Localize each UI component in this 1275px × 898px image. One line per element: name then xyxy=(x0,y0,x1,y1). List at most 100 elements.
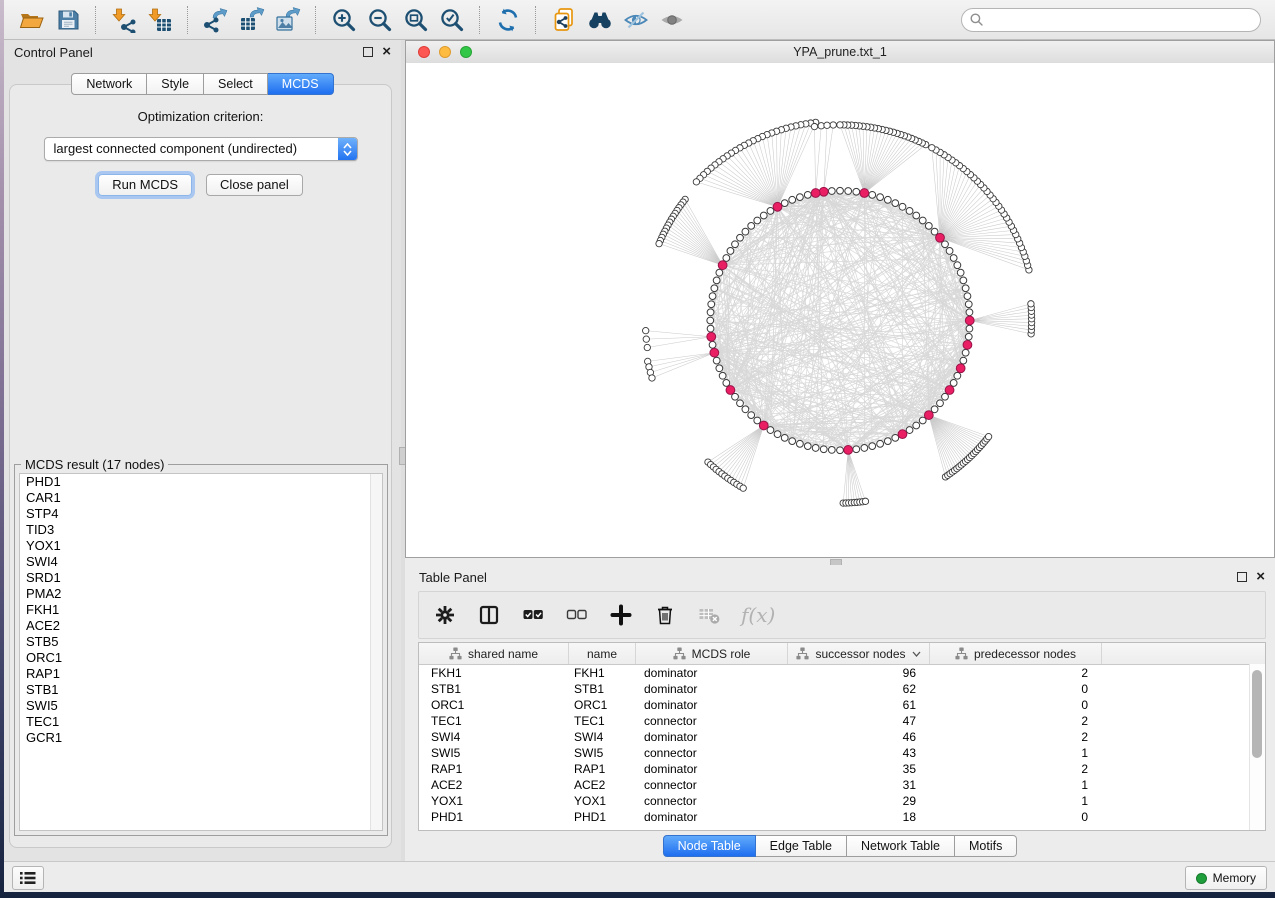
cell-successor-nodes[interactable]: 43 xyxy=(788,745,930,761)
mcds-result-item[interactable]: STB5 xyxy=(20,634,382,650)
cell-shared-name[interactable]: TEC1 xyxy=(419,713,569,729)
cell-mcds-role[interactable]: connector xyxy=(636,713,788,729)
cell-mcds-role[interactable]: dominator xyxy=(636,681,788,697)
table-row[interactable]: YOX1YOX1connector291 xyxy=(419,793,1265,809)
cell-predecessor-nodes[interactable]: 0 xyxy=(930,697,1102,713)
tab-edge-table[interactable]: Edge Table xyxy=(756,835,847,857)
cell-predecessor-nodes[interactable]: 1 xyxy=(930,793,1102,809)
table-row[interactable]: SWI5SWI5connector431 xyxy=(419,745,1265,761)
delete-column-button[interactable] xyxy=(653,603,677,627)
cell-mcds-role[interactable]: connector xyxy=(636,777,788,793)
zoom-in-button[interactable] xyxy=(329,5,359,35)
network-graph[interactable] xyxy=(406,63,1274,557)
cell-predecessor-nodes[interactable]: 1 xyxy=(930,745,1102,761)
table-row[interactable]: PHD1PHD1dominator180 xyxy=(419,809,1265,825)
mcds-result-item[interactable]: YOX1 xyxy=(20,538,382,554)
cell-name[interactable]: SWI4 xyxy=(569,729,636,745)
column-header-name[interactable]: name xyxy=(569,643,636,664)
cell-shared-name[interactable]: YOX1 xyxy=(419,793,569,809)
column-header-predecessor-nodes[interactable]: predecessor nodes xyxy=(930,643,1102,664)
column-header-successor-nodes[interactable]: successor nodes xyxy=(788,643,930,664)
window-minimize-icon[interactable] xyxy=(439,46,451,58)
cell-predecessor-nodes[interactable]: 0 xyxy=(930,809,1102,825)
cell-shared-name[interactable]: PHD1 xyxy=(419,809,569,825)
table-row[interactable]: STB1STB1dominator620 xyxy=(419,681,1265,697)
tab-network-table[interactable]: Network Table xyxy=(847,835,955,857)
cell-mcds-role[interactable]: connector xyxy=(636,745,788,761)
table-row[interactable]: SWI4SWI4dominator462 xyxy=(419,729,1265,745)
table-row[interactable]: FKH1FKH1dominator962 xyxy=(419,665,1265,681)
mcds-result-item[interactable]: SWI4 xyxy=(20,554,382,570)
column-selector-button[interactable] xyxy=(477,603,501,627)
mcds-result-item[interactable]: STB1 xyxy=(20,682,382,698)
table-options-button[interactable] xyxy=(433,603,457,627)
export-web-button[interactable] xyxy=(549,5,579,35)
window-maximize-icon[interactable] xyxy=(460,46,472,58)
apply-layout-button[interactable] xyxy=(493,5,523,35)
mcds-result-item[interactable]: PMA2 xyxy=(20,586,382,602)
first-neighbors-button[interactable] xyxy=(585,5,615,35)
column-header-shared-name[interactable]: shared name xyxy=(419,643,569,664)
mcds-result-item[interactable]: FKH1 xyxy=(20,602,382,618)
cell-shared-name[interactable]: ACE2 xyxy=(419,777,569,793)
mcds-result-item[interactable]: RAP1 xyxy=(20,666,382,682)
import-network-button[interactable] xyxy=(109,5,139,35)
table-row[interactable]: ORC1ORC1dominator610 xyxy=(419,697,1265,713)
table-scrollbar[interactable] xyxy=(1249,664,1265,830)
float-table-panel-icon[interactable] xyxy=(1237,572,1247,582)
mcds-result-item[interactable]: ORC1 xyxy=(20,650,382,666)
zoom-selected-button[interactable] xyxy=(437,5,467,35)
cell-successor-nodes[interactable]: 47 xyxy=(788,713,930,729)
cell-successor-nodes[interactable]: 96 xyxy=(788,665,930,681)
cell-predecessor-nodes[interactable]: 2 xyxy=(930,665,1102,681)
cell-name[interactable]: RAP1 xyxy=(569,761,636,777)
mcds-result-scrollbar[interactable] xyxy=(370,474,382,830)
cell-predecessor-nodes[interactable]: 0 xyxy=(930,681,1102,697)
cell-mcds-role[interactable]: dominator xyxy=(636,761,788,777)
cell-predecessor-nodes[interactable]: 2 xyxy=(930,761,1102,777)
mcds-result-item[interactable]: TEC1 xyxy=(20,714,382,730)
table-row[interactable]: TEC1TEC1connector472 xyxy=(419,713,1265,729)
cell-shared-name[interactable]: SWI5 xyxy=(419,745,569,761)
show-all-button[interactable] xyxy=(657,5,687,35)
task-history-button[interactable] xyxy=(12,866,44,890)
function-builder-button[interactable]: f(x) xyxy=(741,603,775,627)
close-panel-icon[interactable]: × xyxy=(382,47,391,57)
cell-mcds-role[interactable]: dominator xyxy=(636,697,788,713)
close-panel-button[interactable]: Close panel xyxy=(206,174,303,196)
column-header-mcds-role[interactable]: MCDS role xyxy=(636,643,788,664)
export-table-button[interactable] xyxy=(237,5,267,35)
tab-select[interactable]: Select xyxy=(204,73,268,95)
add-column-button[interactable] xyxy=(609,603,633,627)
cell-shared-name[interactable]: RAP1 xyxy=(419,761,569,777)
cell-successor-nodes[interactable]: 61 xyxy=(788,697,930,713)
cell-shared-name[interactable]: STB1 xyxy=(419,681,569,697)
float-panel-icon[interactable] xyxy=(363,47,373,57)
cell-name[interactable]: STB1 xyxy=(569,681,636,697)
cell-successor-nodes[interactable]: 31 xyxy=(788,777,930,793)
tab-network[interactable]: Network xyxy=(71,73,147,95)
cell-shared-name[interactable]: FKH1 xyxy=(419,665,569,681)
cell-shared-name[interactable]: ORC1 xyxy=(419,697,569,713)
search-input[interactable] xyxy=(961,8,1261,32)
cell-successor-nodes[interactable]: 46 xyxy=(788,729,930,745)
close-table-panel-icon[interactable]: × xyxy=(1256,572,1265,582)
cell-successor-nodes[interactable]: 62 xyxy=(788,681,930,697)
table-row[interactable]: ACE2ACE2connector311 xyxy=(419,777,1265,793)
save-session-button[interactable] xyxy=(53,5,83,35)
table-scrollbar-thumb[interactable] xyxy=(1252,670,1262,758)
cell-name[interactable]: ACE2 xyxy=(569,777,636,793)
cell-mcds-role[interactable]: connector xyxy=(636,793,788,809)
table-row[interactable]: RAP1RAP1dominator352 xyxy=(419,761,1265,777)
cell-name[interactable]: FKH1 xyxy=(569,665,636,681)
tab-style[interactable]: Style xyxy=(147,73,204,95)
criterion-dropdown[interactable]: largest connected component (undirected) xyxy=(44,137,358,161)
zoom-out-button[interactable] xyxy=(365,5,395,35)
mcds-result-item[interactable]: ACE2 xyxy=(20,618,382,634)
cell-name[interactable]: SWI5 xyxy=(569,745,636,761)
network-canvas[interactable] xyxy=(406,63,1274,557)
cell-successor-nodes[interactable]: 18 xyxy=(788,809,930,825)
mcds-result-item[interactable]: CAR1 xyxy=(20,490,382,506)
cell-successor-nodes[interactable]: 29 xyxy=(788,793,930,809)
delete-table-button[interactable] xyxy=(697,603,721,627)
